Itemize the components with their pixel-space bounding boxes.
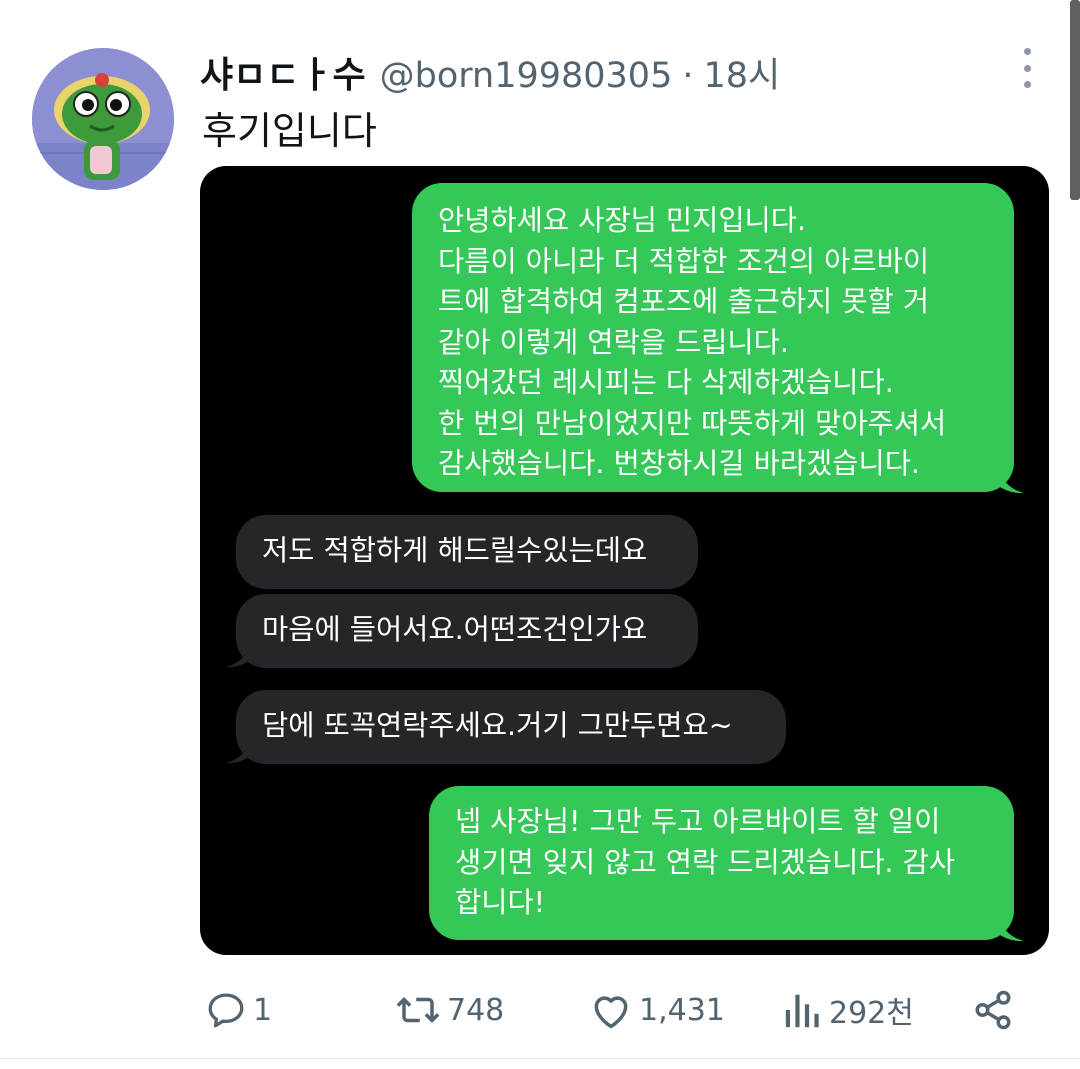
message-line: 감사했습니다. 번창하시길 바라겠습니다. [438,447,920,480]
message-bubble-sent: 넵 사장님! 그만 두고 아르바이트 할 일이 생기면 잊지 않고 연락 드리겠… [429,786,1014,940]
views-button[interactable]: 292천 [783,985,914,1035]
like-button[interactable]: 1,431 [589,985,725,1035]
bubble-tail [996,466,1024,494]
bubble-tail [226,736,252,764]
retweet-count: 748 [447,992,505,1028]
separator-dot: · [682,56,694,96]
share-icon [975,990,1011,1030]
message-line: 한 번의 만남이었지만 따뜻하게 맞아주셔서 [438,406,947,440]
timestamp[interactable]: 18시 [703,47,780,98]
retweet-icon [396,997,440,1023]
message-bubble-received: 마음에 들어서요.어떤조건인가요 [236,594,698,668]
like-count: 1,431 [639,992,725,1028]
message-line: 합니다! [455,886,546,919]
bubble-tail [996,914,1024,942]
reply-icon [208,993,244,1028]
bubble-tail [226,640,252,668]
message-bubble-received: 저도 적합하게 해드릴수있는데요 [236,515,698,589]
message-line: 저도 적합하게 해드릴수있는데요 [262,534,648,567]
heart-icon [594,996,628,1029]
message-bubble-sent: 안녕하세요 사장님 민지입니다. 다름이 아니라 더 적합한 조건의 아르바이 … [412,183,1014,492]
message-line: 생기면 잊지 않고 연락 드리겠습니다. 감사 [455,845,956,879]
message-bubble-received: 담에 또꼭연락주세요.거기 그만두면요~ [236,690,786,764]
views-count: 292천 [829,996,914,1031]
scrollbar[interactable] [1070,0,1080,200]
tweet-actions: 1 748 1,431 292천 [0,985,1080,1035]
message-line: 마음에 들어서요.어떤조건인가요 [262,613,648,646]
message-line: 넵 사장님! 그만 두고 아르바이트 할 일이 [455,805,941,838]
more-options-icon[interactable] [1016,48,1038,88]
message-line: 다름이 아니라 더 적합한 조건의 아르바이 [438,244,930,278]
divider [0,1058,1080,1059]
avatar-image [32,48,174,190]
message-line: 같아 이렇게 연락을 드립니다. [438,325,789,359]
share-button[interactable] [972,985,1014,1035]
reply-button[interactable]: 1 [205,985,272,1035]
message-line: 트에 합격하여 컴포즈에 출근하지 못할 거 [438,285,930,318]
message-line: 담에 또꼭연락주세요.거기 그만두면요~ [262,709,733,742]
reply-count: 1 [253,992,273,1028]
display-name[interactable]: 샤ㅁㄷㅏ수 [200,46,366,98]
avatar[interactable] [32,48,174,190]
views-chart-icon [785,994,819,1028]
retweet-button[interactable]: 748 [395,985,504,1035]
tweet-header: 샤ㅁㄷㅏ수 @born19980305 · 18시 [200,46,780,96]
user-handle[interactable]: @born19980305 [380,56,673,96]
tweet-text: 후기입니다 [202,109,377,153]
message-line: 찍어갔던 레시피는 다 삭제하겠습니다. [438,366,894,399]
tweet-media-image[interactable]: 안녕하세요 사장님 민지입니다. 다름이 아니라 더 적합한 조건의 아르바이 … [200,166,1049,955]
message-line: 안녕하세요 사장님 민지입니다. [438,204,807,237]
